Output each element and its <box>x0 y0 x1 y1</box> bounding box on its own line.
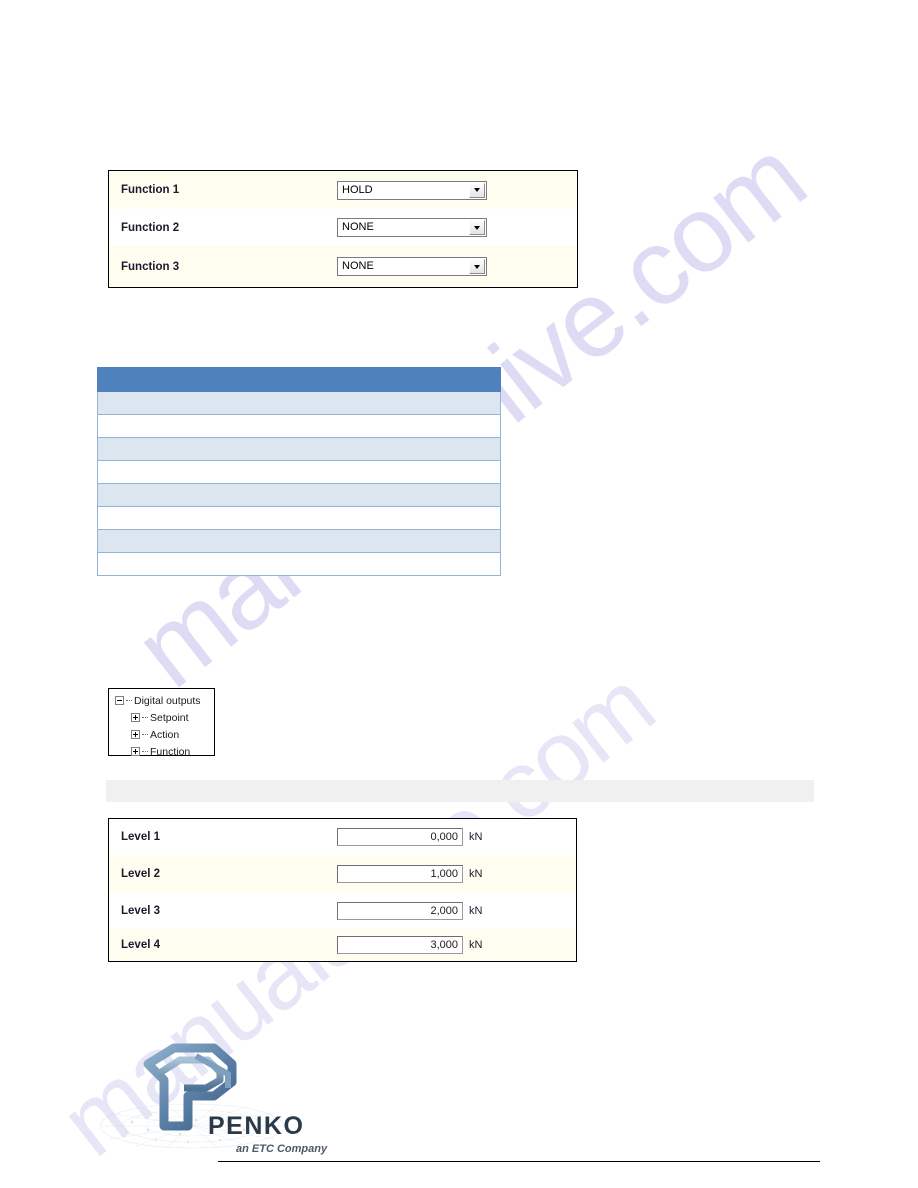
level-3-value: 2,000 <box>430 904 458 917</box>
level-3-input[interactable]: 2,000 <box>337 901 463 920</box>
plus-box-icon[interactable] <box>131 713 140 722</box>
tree-node-function[interactable]: Function <box>115 743 214 760</box>
level-1-label: Level 1 <box>121 831 160 843</box>
level-settings-panel: Level 1 0,000 kN Level 2 1,000 kN Level … <box>108 818 577 962</box>
function-2-label: Function 2 <box>121 221 180 234</box>
tree-connector <box>142 733 148 736</box>
plus-box-icon[interactable] <box>131 747 140 756</box>
table-body <box>97 391 501 576</box>
table-cell <box>97 460 501 484</box>
function-1-dropdown[interactable]: HOLD <box>337 180 487 200</box>
table-row[interactable] <box>97 506 501 530</box>
level-1-value: 0,000 <box>430 831 458 843</box>
chevron-down-icon[interactable] <box>469 259 485 274</box>
table-cell <box>97 414 501 438</box>
level-2-unit: kN <box>469 867 483 880</box>
table-row[interactable] <box>97 460 501 484</box>
table-row[interactable] <box>97 437 501 461</box>
tree-connector <box>142 750 148 753</box>
table-cell <box>97 529 501 553</box>
function-3-label: Function 3 <box>121 260 180 273</box>
function-row-1: Function 1 HOLD <box>109 171 577 209</box>
level-1-unit: kN <box>469 831 483 843</box>
tree-node-digital-outputs[interactable]: Digital outputs <box>115 692 214 709</box>
tree-node-label: Setpoint <box>150 711 189 724</box>
tree-connector <box>126 699 132 702</box>
function-1-value: HOLD <box>342 183 373 196</box>
level-row-4: Level 4 3,000 kN <box>109 929 576 961</box>
level-2-label: Level 2 <box>121 867 160 880</box>
chevron-down-icon[interactable] <box>469 220 485 235</box>
document-page: manualshive.com manualshive.com Function… <box>0 0 918 1188</box>
table-row[interactable] <box>97 414 501 438</box>
function-2-value: NONE <box>342 221 374 233</box>
level-4-value: 3,000 <box>430 939 458 951</box>
level-row-1: Level 1 0,000 kN <box>109 819 576 855</box>
table-row[interactable] <box>97 552 501 576</box>
digital-outputs-tree: Digital outputs Setpoint Action Function <box>108 688 215 758</box>
footer-divider <box>218 1161 820 1162</box>
table-cell <box>97 391 501 415</box>
tree-node-action[interactable]: Action <box>115 726 214 743</box>
tree-node-label: Function <box>150 745 191 758</box>
function-settings-panel: Function 1 HOLD Function 2 NONE Function… <box>108 170 578 288</box>
chevron-down-icon[interactable] <box>469 182 485 198</box>
function-3-value: NONE <box>342 260 374 272</box>
penko-logo-svg: PENKO an ETC Company <box>99 1043 328 1155</box>
level-2-input[interactable]: 1,000 <box>337 864 463 883</box>
tree-node-setpoint[interactable]: Setpoint <box>115 709 214 726</box>
function-3-dropdown[interactable]: NONE <box>337 257 487 276</box>
function-2-dropdown[interactable]: NONE <box>337 218 487 237</box>
function-1-label: Function 1 <box>121 184 180 196</box>
table-row[interactable] <box>97 483 501 507</box>
penko-wordmark: PENKO <box>208 1112 304 1140</box>
tree-node-label: Digital outputs <box>134 694 201 707</box>
level-3-unit: kN <box>469 904 483 917</box>
penko-tagline: an ETC Company <box>236 1143 328 1155</box>
plus-box-icon[interactable] <box>131 730 140 739</box>
table-header-row <box>97 367 501 392</box>
table-header-cell <box>97 367 501 392</box>
minus-box-icon[interactable] <box>115 696 124 705</box>
section-banner <box>106 780 814 802</box>
level-1-input[interactable]: 0,000 <box>337 828 463 846</box>
tree-connector <box>142 716 148 719</box>
data-table <box>97 367 501 576</box>
table-cell <box>97 552 501 576</box>
penko-logo: PENKO an ETC Company <box>96 1030 396 1160</box>
level-4-unit: kN <box>469 939 483 951</box>
level-2-value: 1,000 <box>430 867 458 880</box>
function-row-3: Function 3 NONE <box>109 246 577 287</box>
table-row[interactable] <box>97 391 501 415</box>
level-row-3: Level 3 2,000 kN <box>109 892 576 929</box>
level-row-2: Level 2 1,000 kN <box>109 855 576 892</box>
table-cell <box>97 437 501 461</box>
level-4-input[interactable]: 3,000 <box>337 936 463 954</box>
table-cell <box>97 483 501 507</box>
function-row-2: Function 2 NONE <box>109 209 577 246</box>
level-3-label: Level 3 <box>121 904 160 917</box>
table-cell <box>97 506 501 530</box>
tree-node-label: Action <box>150 728 180 741</box>
level-4-label: Level 4 <box>121 939 160 951</box>
table-row[interactable] <box>97 529 501 553</box>
table-header <box>97 367 501 392</box>
